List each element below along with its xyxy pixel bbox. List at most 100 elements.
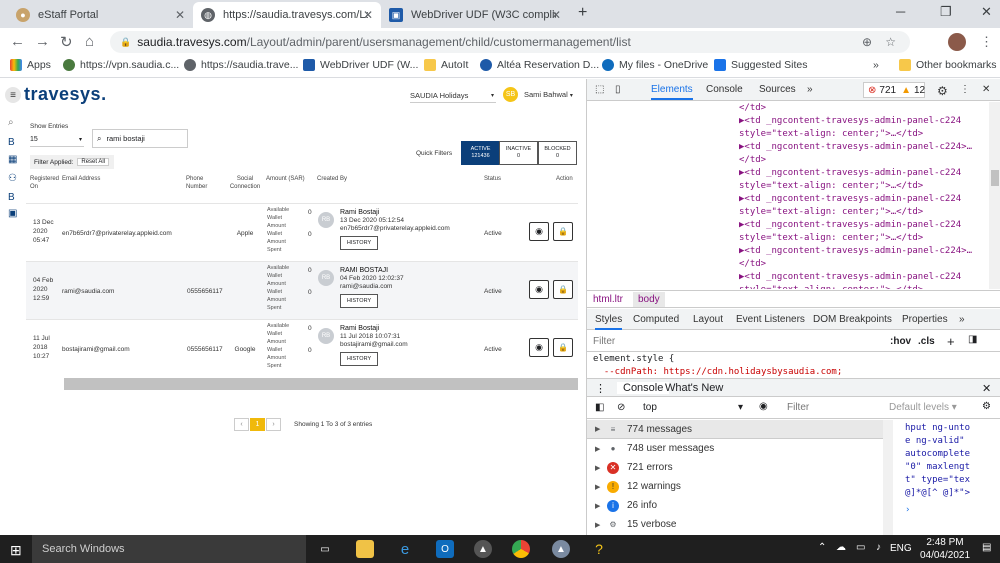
grid-icon[interactable]: ▦ bbox=[8, 154, 17, 165]
console-filter-item[interactable]: ▶ i 26 info bbox=[587, 496, 883, 515]
reset-all-button[interactable]: Reset All bbox=[77, 158, 110, 166]
calendar-icon[interactable]: ▣ bbox=[8, 208, 17, 219]
task-view-icon[interactable]: ▭ bbox=[316, 540, 334, 558]
tab-saudia-travesys[interactable]: ◍ https://saudia.travesys.com/Layo ✕ bbox=[193, 2, 381, 28]
bookmark-altea[interactable]: Altéa Reservation D... bbox=[480, 59, 599, 71]
clock-time[interactable]: 2:48 PM bbox=[920, 537, 970, 548]
forward-icon[interactable]: → bbox=[35, 33, 50, 50]
windows-start-icon[interactable]: ⊞ bbox=[10, 542, 22, 559]
close-window-icon[interactable]: ✕ bbox=[981, 4, 992, 20]
autoit-window-icon[interactable]: ▲ bbox=[552, 540, 570, 558]
minimize-icon[interactable]: ─ bbox=[896, 4, 905, 19]
view-button[interactable]: ◉ bbox=[529, 280, 549, 299]
drawer-tab-whats-new[interactable]: What's New bbox=[665, 382, 723, 394]
styles-filter-input[interactable]: Filter bbox=[593, 336, 615, 347]
next-page-button[interactable]: › bbox=[266, 418, 281, 431]
inspect-icon[interactable]: ⬚ bbox=[595, 84, 604, 95]
view-button[interactable]: ◉ bbox=[529, 222, 549, 241]
user-avatar[interactable]: SB bbox=[503, 87, 518, 102]
outlook-icon[interactable]: O bbox=[436, 540, 454, 558]
quick-filter-active[interactable]: ACTIVE 121436 bbox=[461, 141, 500, 165]
tab-sources[interactable]: Sources bbox=[759, 84, 796, 95]
col-registered-on[interactable]: Registered On bbox=[30, 176, 60, 203]
tab-computed[interactable]: Computed bbox=[633, 314, 679, 325]
tab-event-listeners[interactable]: Event Listeners bbox=[736, 314, 805, 325]
file-explorer-icon[interactable] bbox=[356, 540, 374, 558]
col-email-address[interactable]: Email Address bbox=[62, 176, 100, 203]
quick-filter-blocked[interactable]: BLOCKED 0 bbox=[538, 141, 577, 165]
close-devtools-icon[interactable]: ✕ bbox=[982, 84, 990, 95]
styles-more-tabs[interactable]: » bbox=[959, 314, 965, 325]
bookmark-autoit[interactable]: AutoIt bbox=[424, 59, 468, 71]
crumb-html[interactable]: html.ltr bbox=[593, 294, 623, 305]
issues-counter[interactable]: ⊗ 721 ▲ 12 bbox=[863, 82, 925, 98]
dom-tree[interactable]: </td> ▶<td _ngcontent-travesys-admin-pane… bbox=[587, 102, 987, 289]
tray-chevron-icon[interactable]: ⌃ bbox=[818, 542, 826, 553]
console-filter-item[interactable]: ▶ ● 748 user messages bbox=[587, 439, 883, 458]
context-select[interactable]: top ▾ bbox=[643, 402, 743, 413]
drawer-menu-icon[interactable]: ⋮ bbox=[595, 382, 606, 395]
horizontal-scrollbar[interactable] bbox=[64, 378, 578, 390]
autoit-icon[interactable]: ▲ bbox=[474, 540, 492, 558]
crumb-body[interactable]: body bbox=[633, 291, 665, 307]
col-amount[interactable]: Amount (SAR) bbox=[266, 176, 305, 203]
taskbar-search[interactable]: Search Windows bbox=[32, 535, 306, 563]
console-settings-icon[interactable]: ⚙ bbox=[982, 401, 991, 412]
network-icon[interactable]: ▭ bbox=[856, 542, 865, 553]
console-filter-item[interactable]: ▶ ≡ 774 messages bbox=[587, 420, 883, 439]
users-icon[interactable]: ⚇ bbox=[8, 173, 17, 184]
history-button[interactable]: HISTORY bbox=[340, 294, 378, 308]
b-icon[interactable]: B bbox=[8, 192, 15, 203]
dom-node-line[interactable]: ▶<td _ngcontent-travesys-admin-panel-c22… bbox=[587, 271, 987, 284]
dom-node-line[interactable]: style="text-align: center;">…</td> bbox=[587, 206, 987, 219]
dom-node-line[interactable]: style="text-align: center;">…</td> bbox=[587, 128, 987, 141]
close-icon[interactable]: ✕ bbox=[363, 8, 373, 22]
zoom-icon[interactable]: ⊕ bbox=[862, 35, 872, 49]
sidebar-toggle-icon[interactable]: ◧ bbox=[595, 402, 604, 413]
dom-node-line[interactable]: style="text-align: center;">…</td> bbox=[587, 284, 987, 289]
tab-console[interactable]: Console bbox=[706, 84, 743, 95]
col-status[interactable]: Status bbox=[484, 176, 501, 203]
col-action[interactable]: Action bbox=[556, 176, 573, 203]
dom-node-line[interactable]: ▶<td _ngcontent-travesys-admin-panel-c22… bbox=[587, 193, 987, 206]
show-entries-select[interactable]: 15 ▾ bbox=[30, 133, 84, 147]
close-icon[interactable]: ✕ bbox=[175, 8, 185, 22]
bookmark-saudia[interactable]: https://saudia.trave... bbox=[184, 59, 298, 71]
dom-node-line[interactable]: ▶<td _ngcontent-travesys-admin-panel-c22… bbox=[587, 219, 987, 232]
page-button-current[interactable]: 1 bbox=[250, 418, 265, 431]
close-drawer-icon[interactable]: ✕ bbox=[982, 382, 991, 395]
tab-layout[interactable]: Layout bbox=[693, 314, 723, 325]
language-indicator[interactable]: ENG bbox=[890, 543, 912, 554]
devtools-more-tabs[interactable]: » bbox=[807, 84, 813, 95]
history-button[interactable]: HISTORY bbox=[340, 352, 378, 366]
b-icon[interactable]: B bbox=[8, 137, 15, 148]
bookmark-suggested-sites[interactable]: Suggested Sites bbox=[714, 59, 807, 71]
console-filter-item[interactable]: ▶! 12 warnings bbox=[587, 477, 883, 496]
help-icon[interactable]: ? bbox=[590, 540, 608, 558]
console-filter-item[interactable]: ▶ ✕ 721 errors bbox=[587, 458, 883, 477]
hov-toggle[interactable]: :hov bbox=[890, 336, 911, 347]
cloud-icon[interactable]: ☁ bbox=[836, 542, 846, 553]
history-button[interactable]: HISTORY bbox=[340, 236, 378, 250]
clock-date[interactable]: 04/04/2021 bbox=[916, 550, 974, 561]
console-divider[interactable] bbox=[883, 420, 893, 535]
bookmark-webdriver[interactable]: WebDriver UDF (W... bbox=[303, 59, 418, 71]
bookmarks-more[interactable]: » bbox=[873, 59, 879, 71]
view-button[interactable]: ◉ bbox=[529, 338, 549, 357]
close-icon[interactable]: ✕ bbox=[551, 8, 561, 22]
tab-elements[interactable]: Elements bbox=[651, 84, 693, 100]
lock-button[interactable]: 🔒 bbox=[553, 222, 573, 241]
address-bar[interactable]: 🔒 saudia.travesys.com/Layout/admin/paren… bbox=[110, 31, 910, 53]
settings-gear-icon[interactable]: ⚙ bbox=[937, 84, 948, 98]
drawer-tab-console[interactable]: Console bbox=[617, 382, 670, 394]
bookmark-apps[interactable]: Apps bbox=[10, 59, 51, 71]
bookmark-vpn[interactable]: https://vpn.saudia.c... bbox=[63, 59, 179, 71]
home-icon[interactable]: ⌂ bbox=[85, 33, 94, 50]
console-output[interactable]: hput ng-unto e ng-valid" autocomplete "0" m… bbox=[893, 420, 1000, 535]
cls-toggle[interactable]: .cls bbox=[918, 336, 935, 347]
tab-estaff-portal[interactable]: ● eStaff Portal ✕ bbox=[8, 2, 193, 28]
dom-node-line[interactable]: style="text-align: center;">…</td> bbox=[587, 232, 987, 245]
volume-icon[interactable]: ♪ bbox=[876, 542, 881, 553]
new-tab-icon[interactable]: + bbox=[578, 4, 587, 22]
ie-icon[interactable]: e bbox=[396, 540, 414, 558]
